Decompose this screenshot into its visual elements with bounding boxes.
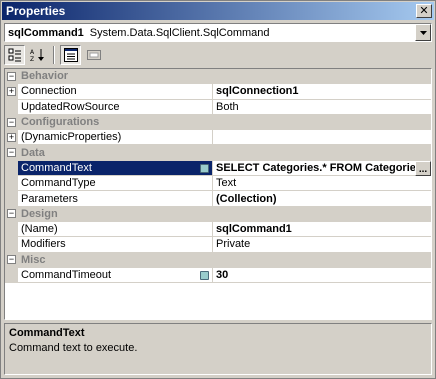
close-button[interactable]: ✕ [416,4,432,18]
description-title: CommandText [9,327,85,339]
alphabetical-icon: A Z [30,49,44,62]
property-name: CommandText [18,160,213,176]
collapse-icon[interactable]: − [7,209,16,219]
expand-icon[interactable]: + [7,86,16,96]
expand-icon[interactable]: + [7,132,16,142]
property-value[interactable]: Private [213,237,431,251]
category-label: Behavior [21,70,69,83]
collapse-icon[interactable]: − [7,117,16,127]
property-row-dynamicproperties[interactable]: + (DynamicProperties) [5,130,431,146]
property-row-commandtext[interactable]: CommandText SELECT Categories.* FROM Cat… [5,160,431,177]
property-name: (Name) [18,221,213,237]
property-row-commandtype[interactable]: CommandType Text [5,176,431,192]
object-type: System.Data.SqlClient.SqlCommand [89,26,270,39]
property-value[interactable] [213,130,431,144]
dropdown-button[interactable] [415,24,431,41]
svg-text:A: A [30,49,35,56]
object-name: sqlCommand1 [8,26,84,39]
category-label: Configurations [21,116,100,129]
property-name-text: CommandTimeout [21,269,112,281]
property-name: Parameters [18,191,213,206]
events-button[interactable] [83,45,104,65]
property-value[interactable]: 30 [213,268,431,282]
property-name: Modifiers [18,237,213,252]
property-value[interactable]: Text [213,176,431,190]
collapse-icon[interactable]: − [7,255,16,265]
property-row-commandtimeout[interactable]: CommandTimeout 30 [5,267,431,284]
category-design[interactable]: − Design [5,206,431,222]
property-value[interactable]: sqlCommand1 [213,222,431,236]
svg-text:Z: Z [30,56,34,62]
property-value[interactable]: SELECT Categories.* FROM Categories ... [213,160,431,176]
events-icon [86,50,101,60]
alphabetical-button[interactable]: A Z [27,45,48,65]
category-label: Data [21,146,45,159]
property-value[interactable]: (Collection) [213,191,431,205]
collapse-icon[interactable]: − [7,148,16,158]
property-row-parameters[interactable]: Parameters (Collection) [5,191,431,207]
database-icon [200,270,209,280]
window-title: Properties [6,4,66,18]
database-icon [200,163,209,173]
property-row-name[interactable]: (Name) sqlCommand1 [5,221,431,238]
category-label: Design [21,207,58,220]
category-data[interactable]: − Data [5,145,431,161]
categorized-button[interactable] [4,45,25,65]
properties-button[interactable] [60,45,81,65]
toolbar: A Z [4,44,104,66]
property-name-text: CommandText [21,161,92,174]
object-selector[interactable]: sqlCommand1 System.Data.SqlClient.SqlCom… [4,23,432,42]
title-bar[interactable]: Properties ✕ [2,2,434,20]
properties-window: Properties ✕ sqlCommand1 System.Data.Sql… [0,0,436,379]
property-row-updatedrowsource[interactable]: UpdatedRowSource Both [5,99,431,115]
properties-icon [63,48,78,62]
property-grid: − Behavior + Connection sqlConnection1 U… [4,68,432,320]
close-icon: ✕ [419,4,429,17]
categorized-icon [8,48,21,62]
property-name: Connection [18,84,213,99]
chevron-down-icon [419,30,427,35]
property-name: (DynamicProperties) [18,130,213,145]
property-name: UpdatedRowSource [18,99,213,114]
property-value[interactable]: Both [213,100,431,114]
ellipsis-button[interactable]: ... [415,160,431,176]
description-panel: CommandText Command text to execute. [4,323,432,375]
property-name: CommandTimeout [18,267,213,283]
category-label: Misc [21,253,46,266]
property-value-text: SELECT Categories.* FROM Categories [216,161,422,174]
collapse-icon[interactable]: − [7,71,16,81]
category-configurations[interactable]: − Configurations [5,114,431,131]
toolbar-separator [53,46,55,64]
description-text: Command text to execute. [9,342,138,354]
category-misc[interactable]: − Misc [5,252,431,268]
property-row-modifiers[interactable]: Modifiers Private [5,237,431,253]
property-value[interactable]: sqlConnection1 [213,84,431,98]
category-behavior[interactable]: − Behavior [5,69,431,85]
property-name: CommandType [18,176,213,191]
property-row-connection[interactable]: + Connection sqlConnection1 [5,84,431,100]
